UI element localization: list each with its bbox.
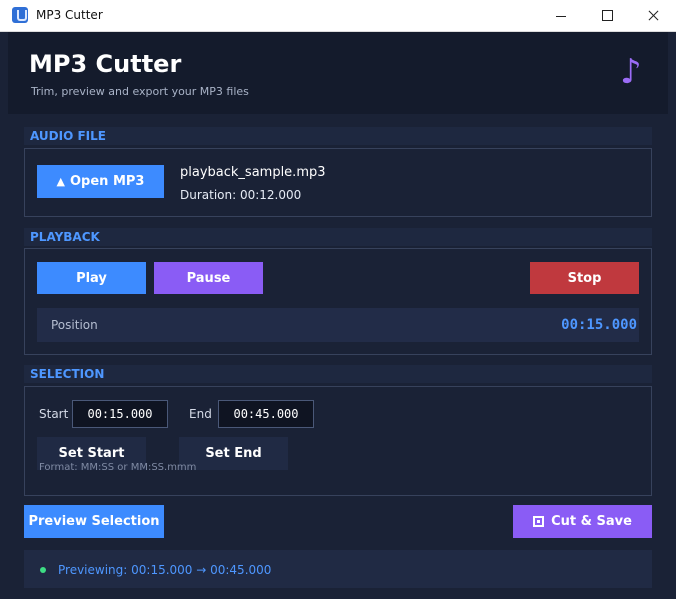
playback-section-header (24, 228, 652, 246)
open-mp3-label: Open MP3 (70, 174, 145, 189)
selection-section-header (24, 365, 652, 383)
app-header: MP3 Cutter Trim, preview and export your… (8, 32, 668, 114)
preview-selection-button[interactable]: Preview Selection (24, 505, 164, 538)
minimize-button[interactable] (538, 0, 584, 31)
playback-section-label: PLAYBACK (30, 230, 100, 244)
start-time-input[interactable]: 00:15.000 (72, 400, 168, 428)
start-label: Start (39, 407, 69, 421)
file-duration: Duration: 00:12.000 (180, 188, 302, 202)
window-title: MP3 Cutter (36, 8, 103, 22)
stop-button[interactable]: Stop (530, 262, 639, 294)
cut-save-label: Cut & Save (551, 514, 632, 529)
music-note-icon: ♪ (620, 52, 642, 92)
end-time-input[interactable]: 00:45.000 (218, 400, 314, 428)
upload-arrow-icon: ▲ (56, 175, 65, 188)
file-name: playback_sample.mp3 (180, 165, 326, 180)
audio-file-section-header (24, 127, 652, 145)
status-dot-icon (40, 567, 46, 573)
app-window: MP3 Cutter MP3 Cutter Trim, preview and … (0, 0, 676, 599)
status-text: Previewing: 00:15.000 → 00:45.000 (58, 563, 272, 577)
maximize-button[interactable] (584, 0, 630, 31)
play-button[interactable]: Play (37, 262, 146, 294)
audio-file-section-label: AUDIO FILE (30, 129, 106, 143)
pause-button[interactable]: Pause (154, 262, 263, 294)
title-bar: MP3 Cutter (0, 0, 676, 32)
app-subtitle: Trim, preview and export your MP3 files (31, 85, 249, 98)
position-row: Position 00:15.000 (37, 308, 639, 342)
format-hint: Format: MM:SS or MM:SS.mmm (39, 462, 197, 473)
position-value: 00:15.000 (561, 317, 637, 333)
cut-icon (533, 516, 545, 527)
close-button[interactable] (630, 0, 676, 31)
app-icon (12, 7, 28, 23)
open-mp3-button[interactable]: ▲ Open MP3 (37, 165, 164, 198)
position-label: Position (51, 318, 98, 332)
selection-section-label: SELECTION (30, 367, 105, 381)
end-label: End (189, 407, 212, 421)
status-bar: Previewing: 00:15.000 → 00:45.000 (24, 550, 652, 588)
app-title: MP3 Cutter (29, 50, 182, 78)
cut-save-button[interactable]: Cut & Save (513, 505, 652, 538)
